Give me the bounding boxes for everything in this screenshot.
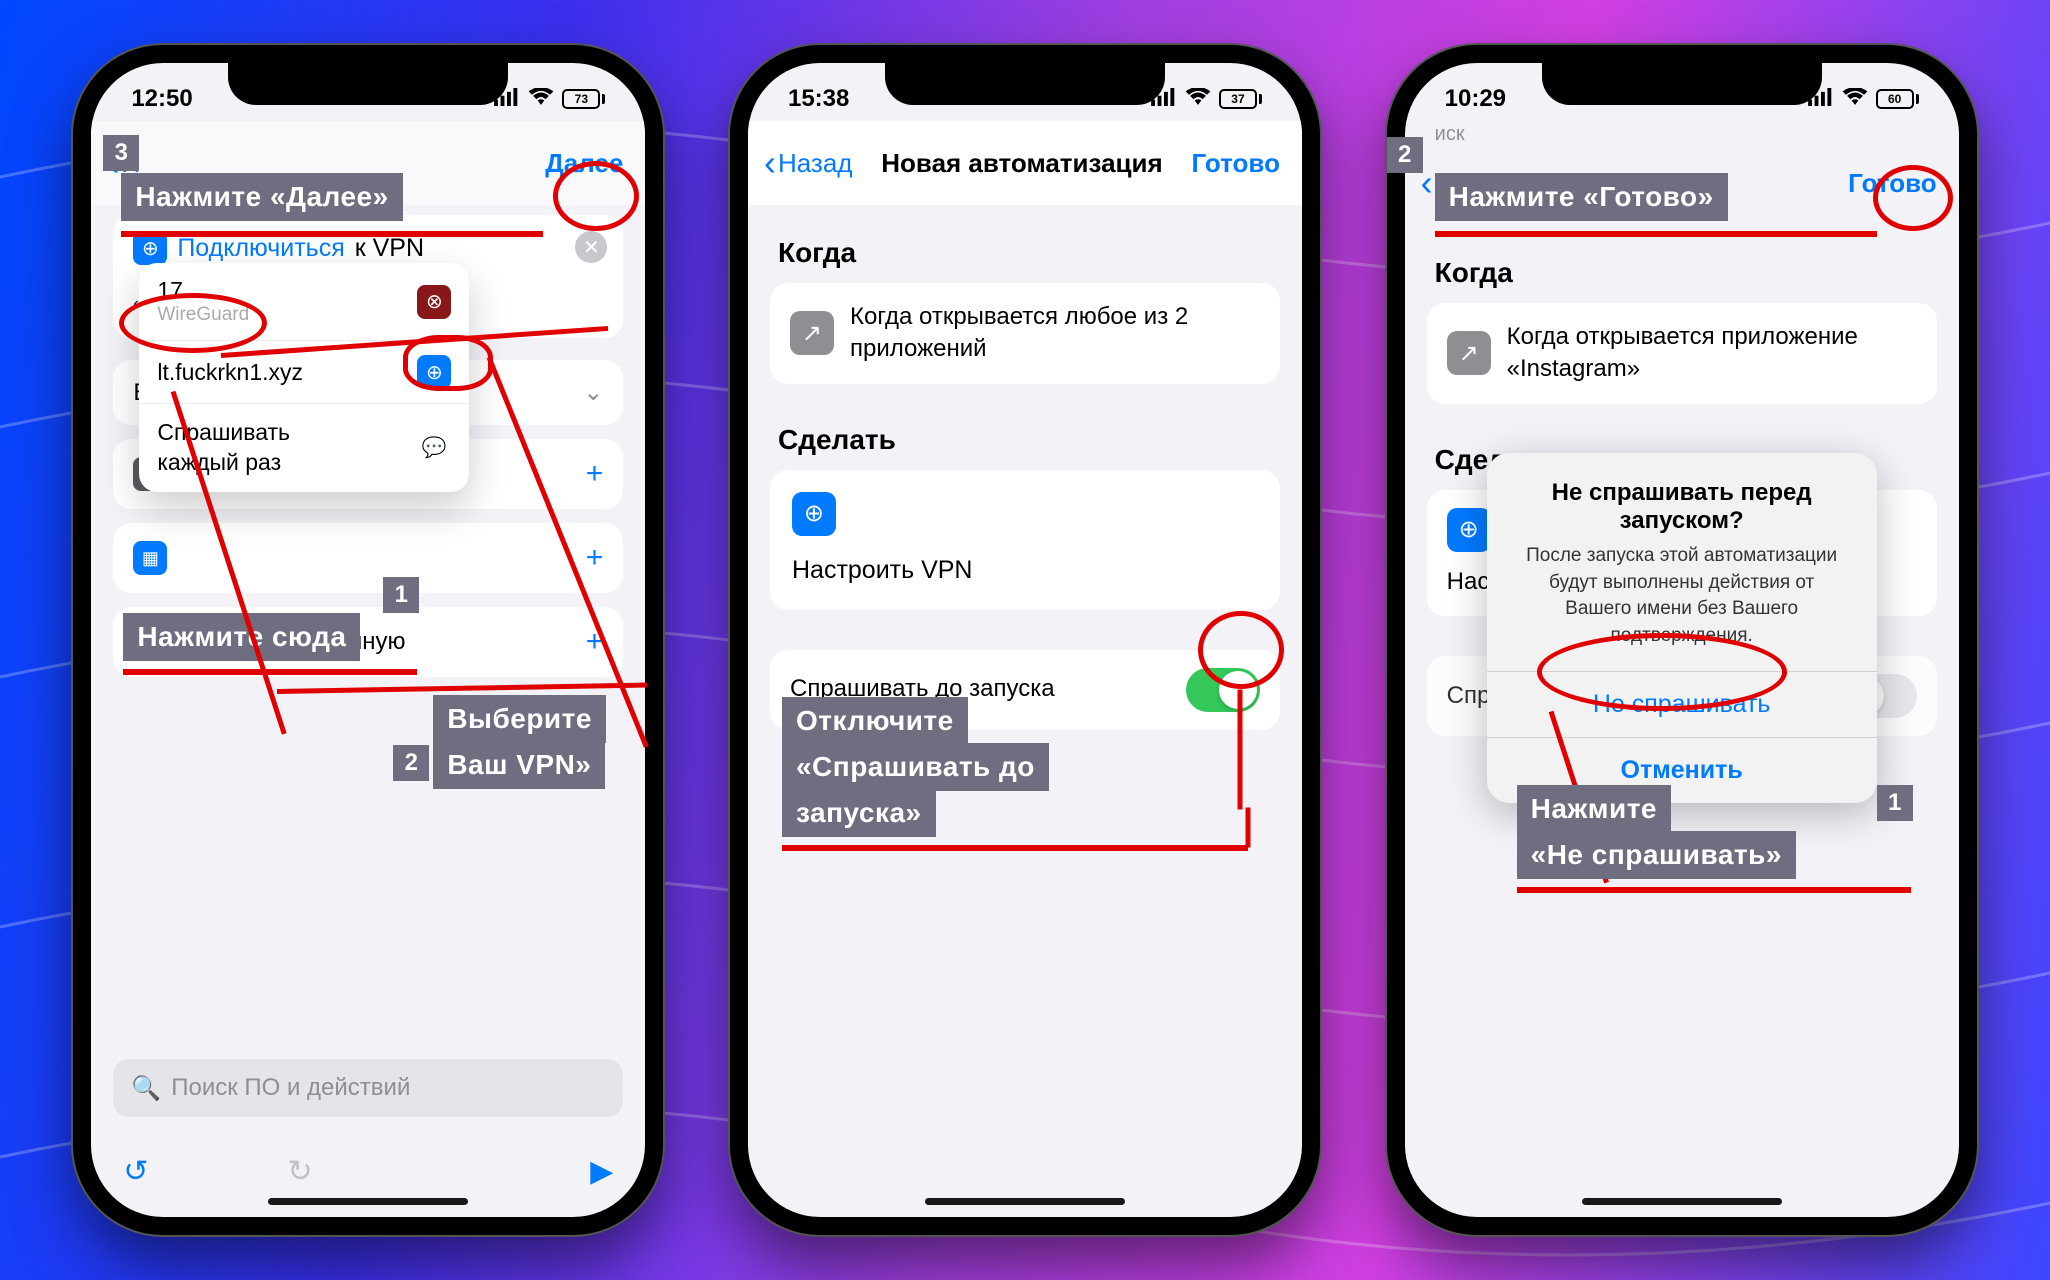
- phone-1: 12:50 73 ‹Н Далее ⊕ Подключиться к VPN ✕…: [73, 45, 663, 1235]
- status-time: 15:38: [788, 85, 849, 113]
- share-icon: ▦: [133, 541, 167, 575]
- play-icon[interactable]: ▶: [590, 1154, 613, 1189]
- notch: [885, 63, 1165, 105]
- battery-icon: 37: [1219, 89, 1262, 109]
- battery-icon: 73: [562, 89, 605, 109]
- ask-toggle[interactable]: [1186, 668, 1260, 712]
- message-icon: 💬: [417, 431, 451, 465]
- nav-done-button[interactable]: Готово: [1848, 168, 1936, 199]
- alert-title: Не спрашивать перед запуском?: [1515, 479, 1849, 535]
- nav-title: Новая автоматизация: [881, 148, 1162, 179]
- nav-bar: ‹Назад Новая автоматизация Готово: [748, 121, 1302, 205]
- vpn-icon: ⊕: [133, 231, 167, 265]
- nav-done-button[interactable]: Готово: [1191, 148, 1279, 179]
- ask-before-run-row[interactable]: Спрашивать до запуска: [770, 650, 1280, 730]
- phone-3: 10:29 60 иск ‹ Готово Когда ↗ Когда откр…: [1387, 45, 1977, 1235]
- section-when: Когда: [1435, 257, 1929, 289]
- nav-back[interactable]: ‹: [1421, 162, 1435, 204]
- search-field[interactable]: 🔍 Поиск ПО и действий: [113, 1059, 623, 1117]
- app-open-icon: ↗: [1447, 331, 1491, 375]
- wifi-icon: [528, 85, 554, 113]
- notch: [228, 63, 508, 105]
- battery-icon: 60: [1876, 89, 1919, 109]
- search-icon: 🔍: [131, 1074, 161, 1103]
- vpn-option-ask[interactable]: Спрашивать каждый раз 💬: [139, 404, 469, 492]
- nav-bar: ‹ Готово: [1405, 141, 1959, 225]
- section-when: Когда: [778, 237, 1272, 269]
- do-card[interactable]: ⊕ Настроить VPN: [770, 470, 1280, 610]
- add-icon[interactable]: +: [586, 625, 604, 659]
- wireguard-icon: ⊗: [417, 285, 451, 319]
- action-set-variable[interactable]: 𝑥 Задать переменную +: [113, 607, 623, 677]
- add-icon[interactable]: +: [586, 457, 604, 491]
- nav-bar: ‹Н Далее: [91, 121, 645, 205]
- vpn-icon: ⊕: [792, 492, 836, 536]
- vpn-option-wireguard[interactable]: 17WireGuard ⊗: [139, 263, 469, 341]
- globe-icon: ⊕: [417, 355, 451, 389]
- status-time: 10:29: [1445, 85, 1506, 113]
- section-do: Сделать: [778, 424, 1272, 456]
- when-card[interactable]: ↗ Когда открывается любое из 2 приложени…: [770, 283, 1280, 384]
- alert-dont-ask-button[interactable]: Не спрашивать: [1487, 671, 1877, 737]
- bottom-toolbar: ↺ ↻ ▶: [113, 1154, 623, 1189]
- app-open-icon: ↗: [790, 311, 834, 355]
- wifi-icon: [1185, 85, 1211, 113]
- chevron-down-icon: ⌄: [583, 378, 603, 407]
- nav-next-button[interactable]: Далее: [545, 148, 623, 179]
- nav-back[interactable]: ‹Н: [107, 142, 140, 184]
- action-row-3[interactable]: ▦ +: [113, 523, 623, 593]
- status-time: 12:50: [131, 85, 192, 113]
- action-suffix: к VPN: [355, 234, 424, 263]
- action-verb[interactable]: Подключиться: [177, 234, 344, 263]
- nav-back[interactable]: ‹Назад: [764, 142, 853, 184]
- phone-2: 15:38 37 ‹Назад Новая автоматизация Гото…: [730, 45, 1320, 1235]
- notch: [1542, 63, 1822, 105]
- home-indicator[interactable]: [1582, 1198, 1782, 1205]
- vpn-option-server[interactable]: lt.fuckrkn1.xyz ⊕: [139, 341, 469, 404]
- alert-cancel-button[interactable]: Отменить: [1487, 737, 1877, 803]
- add-icon[interactable]: +: [586, 541, 604, 575]
- variable-icon: 𝑥: [133, 625, 167, 659]
- confirm-alert: Не спрашивать перед запуском? После запу…: [1487, 453, 1877, 803]
- vpn-icon: ⊕: [1447, 508, 1491, 552]
- wifi-icon: [1842, 85, 1868, 113]
- home-indicator[interactable]: [268, 1198, 468, 1205]
- home-indicator[interactable]: [925, 1198, 1125, 1205]
- alert-message: После запуска этой автоматизации будут в…: [1515, 543, 1849, 649]
- vpn-picker-popup: 17WireGuard ⊗ lt.fuckrkn1.xyz ⊕ Спрашива…: [139, 263, 469, 492]
- when-card[interactable]: ↗ Когда открывается приложение «Instagra…: [1427, 303, 1937, 404]
- redo-icon: ↻: [287, 1154, 312, 1189]
- undo-icon[interactable]: ↺: [123, 1154, 148, 1189]
